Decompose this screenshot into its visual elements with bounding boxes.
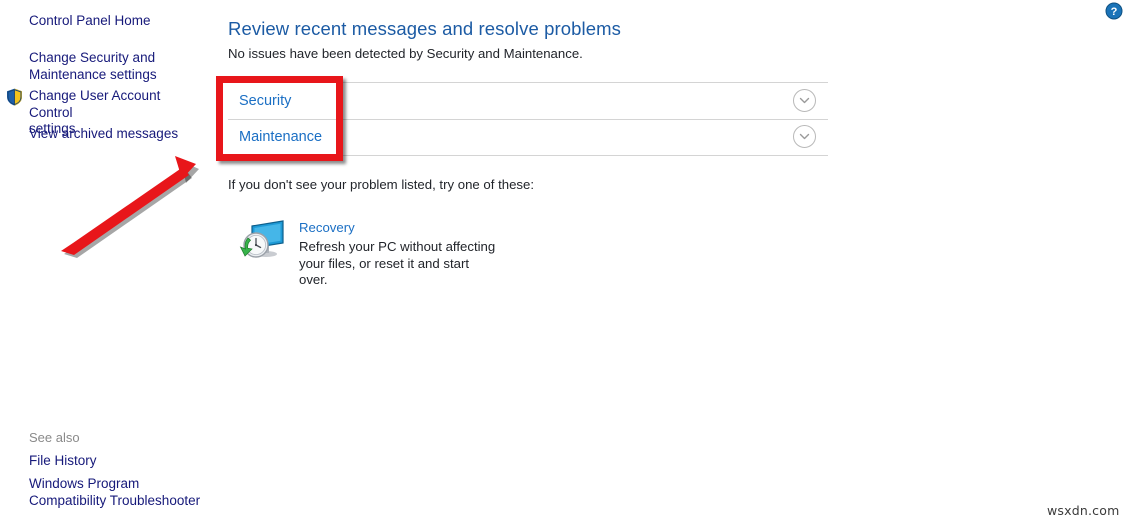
- recovery-description: Refresh your PC without affecting your f…: [299, 239, 496, 287]
- main-content: Review recent messages and resolve probl…: [0, 0, 1123, 526]
- separator-line: [228, 82, 828, 83]
- expander-label-security[interactable]: Security: [239, 93, 291, 109]
- recovery-icon: [239, 216, 287, 264]
- help-question-icon[interactable]: ?: [1105, 2, 1123, 20]
- separator-line: [228, 155, 828, 156]
- chevron-down-icon-security[interactable]: [793, 89, 816, 112]
- expander-label-maintenance[interactable]: Maintenance: [239, 129, 322, 145]
- page-subtitle: No issues have been detected by Security…: [228, 46, 583, 61]
- page-title: Review recent messages and resolve probl…: [228, 18, 621, 39]
- svg-text:?: ?: [1111, 6, 1118, 18]
- chevron-down-icon-maintenance[interactable]: [793, 125, 816, 148]
- hint-text: If you don't see your problem listed, tr…: [228, 177, 534, 192]
- recovery-link[interactable]: Recovery: [299, 220, 355, 235]
- separator-line: [228, 119, 828, 120]
- watermark: wsxdn.com: [1047, 503, 1120, 518]
